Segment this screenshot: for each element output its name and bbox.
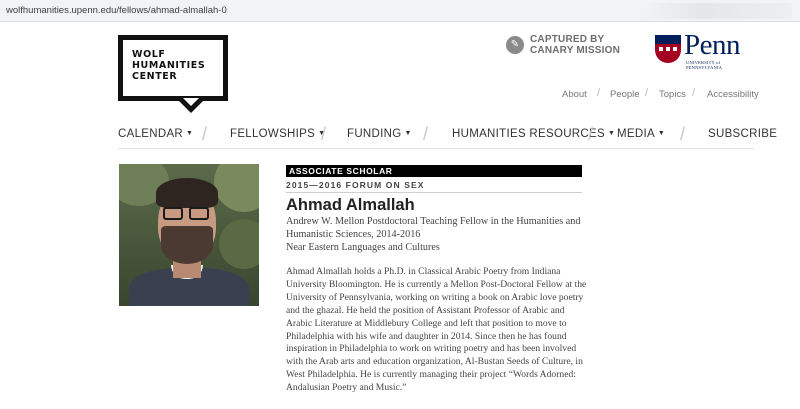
nav-calendar-label: CALENDAR (118, 128, 184, 140)
photo-hair (156, 178, 218, 208)
nav-separator: / (588, 124, 594, 144)
nav-separator: / (202, 124, 208, 144)
url-text[interactable]: wolfhumanities.upenn.edu/fellows/ahmad-a… (6, 5, 227, 16)
utility-link-about[interactable]: About (562, 89, 587, 100)
utility-link-people[interactable]: People (610, 89, 640, 100)
divider (286, 192, 582, 193)
nav-funding[interactable]: FUNDING ▼ (347, 128, 412, 140)
penn-subtitle: UNIVERSITY of PENNSYLVANIA (686, 60, 723, 70)
utility-separator: / (692, 87, 696, 99)
logo-text: WOLF HUMANITIES CENTER (132, 49, 205, 82)
logo-line-2: HUMANITIES (132, 60, 206, 71)
nav-separator: / (423, 124, 429, 144)
canary-icon: ✎ (506, 36, 524, 54)
nav-calendar[interactable]: CALENDAR ▼ (118, 128, 193, 140)
nav-subscribe[interactable]: SUBSCRIBE (708, 128, 777, 140)
associate-scholar-badge: ASSOCIATE SCHOLAR (286, 165, 582, 177)
blurred-toolbar-area (642, 3, 792, 19)
canary-line-1: CAPTURED BY (530, 34, 605, 45)
main-navigation: CALENDAR ▼ / FELLOWSHIPS ▼ / FUNDING ▼ / HU… (118, 121, 777, 149)
wolf-humanities-logo[interactable]: WOLF HUMANITIES CENTER (118, 35, 228, 113)
forum-label: 2015—2016 FORUM ON SEX (286, 180, 425, 190)
nav-separator: / (321, 124, 327, 144)
logo-line-1: WOLF (132, 49, 166, 60)
caret-down-icon: ▼ (186, 130, 194, 137)
photo-beard (161, 226, 213, 264)
penn-logo[interactable]: Penn UNIVERSITY of PENNSYLVANIA (655, 29, 755, 70)
canary-line-2: CANARY MISSION (530, 45, 621, 56)
photo-foliage (214, 164, 259, 212)
nav-separator: / (680, 124, 686, 144)
utility-link-topics[interactable]: Topics (659, 89, 686, 100)
utility-separator: / (597, 87, 601, 99)
profile-photo (119, 164, 259, 306)
fellow-title: Andrew W. Mellon Postdoctoral Teaching F… (286, 216, 581, 240)
nav-media[interactable]: MEDIA ▼ (617, 128, 665, 140)
nav-fellowships[interactable]: FELLOWSHIPS ▼ (230, 128, 325, 140)
utility-link-accessibility[interactable]: Accessibility (707, 89, 759, 100)
logo-speech-tail-inner (183, 98, 199, 106)
caret-down-icon: ▼ (404, 130, 412, 137)
nav-fellowships-label: FELLOWSHIPS (230, 128, 316, 140)
nav-media-label: MEDIA (617, 128, 655, 140)
penn-shield-icon (655, 35, 681, 63)
fellow-bio: Ahmad Almallah holds a Ph.D. in Classica… (286, 266, 587, 394)
fellow-name: Ahmad Almallah (286, 196, 415, 214)
nav-funding-label: FUNDING (347, 128, 402, 140)
caret-down-icon: ▼ (657, 130, 666, 137)
fellow-department: Near Eastern Languages and Cultures (286, 242, 440, 253)
penn-wordmark: Penn (684, 29, 741, 61)
nav-humanities-label: HUMANITIES RESOURCES (452, 128, 605, 140)
canary-mission-watermark: ✎ CAPTURED BY CANARY MISSION (506, 33, 636, 59)
logo-line-3: CENTER (132, 71, 178, 82)
photo-foliage (219, 219, 259, 269)
caret-down-icon: ▼ (607, 130, 616, 137)
browser-address-bar[interactable]: wolfhumanities.upenn.edu/fellows/ahmad-a… (0, 0, 800, 22)
utility-separator: / (645, 87, 649, 99)
photo-glasses (163, 207, 211, 221)
